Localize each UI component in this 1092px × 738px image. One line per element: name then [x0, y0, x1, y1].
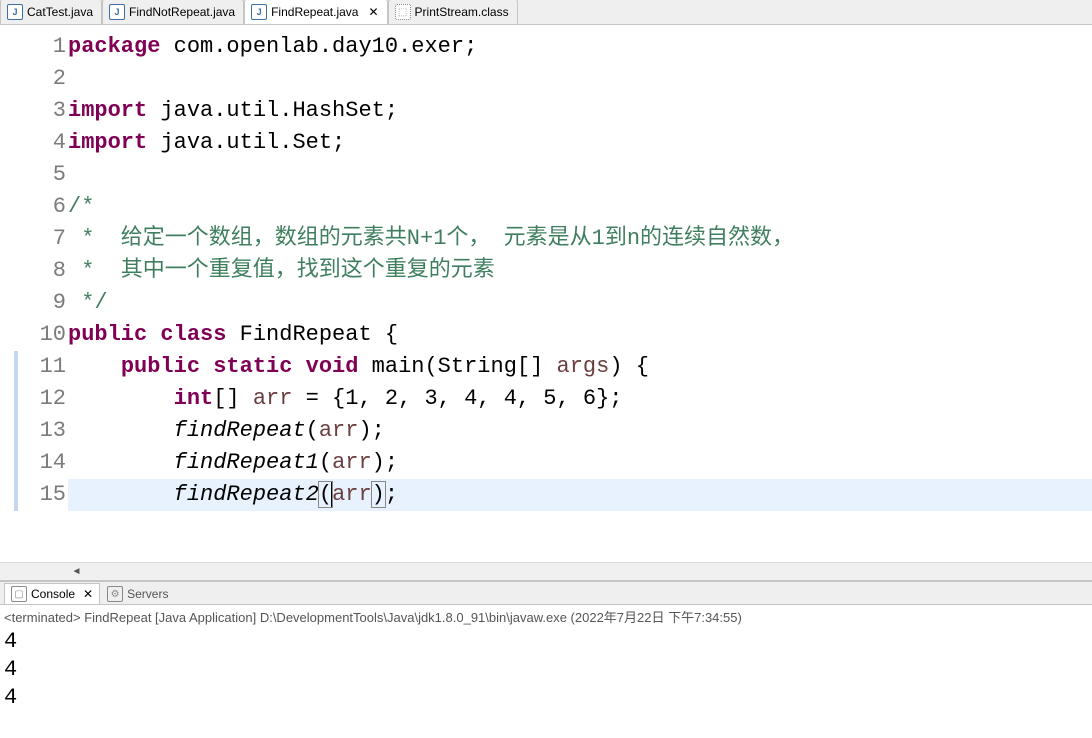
tab-label: FindRepeat.java: [271, 5, 358, 19]
line-number: 14: [18, 447, 68, 479]
code-line[interactable]: import java.util.HashSet;: [68, 95, 1092, 127]
line-number: 13: [18, 415, 68, 447]
console-output: 444: [0, 628, 1092, 738]
class-file-icon: ⬚: [395, 4, 411, 20]
line-number: 12: [18, 383, 68, 415]
code-line[interactable]: int[] arr = {1, 2, 3, 4, 4, 5, 6};: [68, 383, 1092, 415]
line-number: 10: [18, 319, 68, 351]
console-icon: ▢: [11, 586, 27, 602]
console-output-line: 4: [4, 628, 1088, 656]
change-marker: [14, 383, 18, 415]
editor-container: 123456789101112131415 package com.openla…: [0, 25, 1092, 562]
line-number: 2: [18, 63, 68, 95]
line-number: 5: [18, 159, 68, 191]
code-line[interactable]: public static void main(String[] args) {: [68, 351, 1092, 383]
line-number: 9: [18, 287, 68, 319]
line-number: 4: [18, 127, 68, 159]
console-tab-label: Console: [31, 587, 75, 601]
line-number: 11: [18, 351, 68, 383]
code-line[interactable]: findRepeat(arr);: [68, 415, 1092, 447]
java-file-icon: J: [109, 4, 125, 20]
change-marker: [14, 447, 18, 479]
console-run-status: <terminated> FindRepeat [Java Applicatio…: [0, 605, 1092, 628]
line-number: 1: [18, 31, 68, 63]
line-number: 6: [18, 191, 68, 223]
editor-tab[interactable]: J FindNotRepeat.java: [102, 0, 244, 24]
console-output-line: 4: [4, 656, 1088, 684]
close-icon[interactable]: ✕: [83, 587, 93, 601]
console-output-line: 4: [4, 684, 1088, 712]
code-line[interactable]: findRepeat1(arr);: [68, 447, 1092, 479]
code-line[interactable]: * 给定一个数组，数组的元素共N+1个， 元素是从1到n的连续自然数，: [68, 223, 1092, 255]
tab-label: PrintStream.class: [415, 5, 509, 19]
code-line[interactable]: import java.util.Set;: [68, 127, 1092, 159]
editor-tab[interactable]: J CatTest.java: [0, 0, 102, 24]
line-number: 7: [18, 223, 68, 255]
editor-tab[interactable]: J FindRepeat.java ✕: [244, 0, 387, 24]
scroll-left-icon[interactable]: ◄: [68, 563, 85, 580]
tab-label: CatTest.java: [27, 5, 93, 19]
java-file-icon: J: [7, 4, 23, 20]
editor-tabbar: J CatTest.java J FindNotRepeat.java J FindRep…: [0, 0, 1092, 25]
editor-left-strip: [0, 25, 18, 562]
line-number: 3: [18, 95, 68, 127]
console-panel: ▢ Console ✕ ⚙ Servers <terminated> FindRepea…: [0, 580, 1092, 738]
change-marker: [14, 351, 18, 383]
console-tab[interactable]: ⚙ Servers: [100, 583, 175, 604]
change-marker: [14, 479, 18, 511]
console-tab[interactable]: ▢ Console ✕: [4, 583, 100, 604]
code-line[interactable]: */: [68, 287, 1092, 319]
java-file-icon: J: [251, 4, 267, 20]
ide-window: J CatTest.java J FindNotRepeat.java J FindRep…: [0, 0, 1092, 738]
servers-icon: ⚙: [107, 586, 123, 602]
code-line[interactable]: [68, 159, 1092, 191]
console-tab-label: Servers: [127, 587, 168, 601]
editor-tab[interactable]: ⬚ PrintStream.class: [388, 0, 518, 24]
code-area[interactable]: package com.openlab.day10.exer; import ja…: [68, 25, 1092, 562]
line-number-gutter: 123456789101112131415: [18, 25, 68, 562]
code-line[interactable]: * 其中一个重复值，找到这个重复的元素: [68, 255, 1092, 287]
editor-hscrollbar[interactable]: ◄: [0, 562, 1092, 580]
code-line[interactable]: package com.openlab.day10.exer;: [68, 31, 1092, 63]
code-line[interactable]: /*: [68, 191, 1092, 223]
change-marker: [14, 415, 18, 447]
tab-label: FindNotRepeat.java: [129, 5, 235, 19]
console-tabbar: ▢ Console ✕ ⚙ Servers: [0, 582, 1092, 605]
close-icon[interactable]: ✕: [368, 5, 378, 19]
line-number: 8: [18, 255, 68, 287]
code-line[interactable]: findRepeat2(arr);: [68, 479, 1092, 511]
code-line[interactable]: public class FindRepeat {: [68, 319, 1092, 351]
code-line[interactable]: [68, 63, 1092, 95]
line-number: 15: [18, 479, 68, 511]
